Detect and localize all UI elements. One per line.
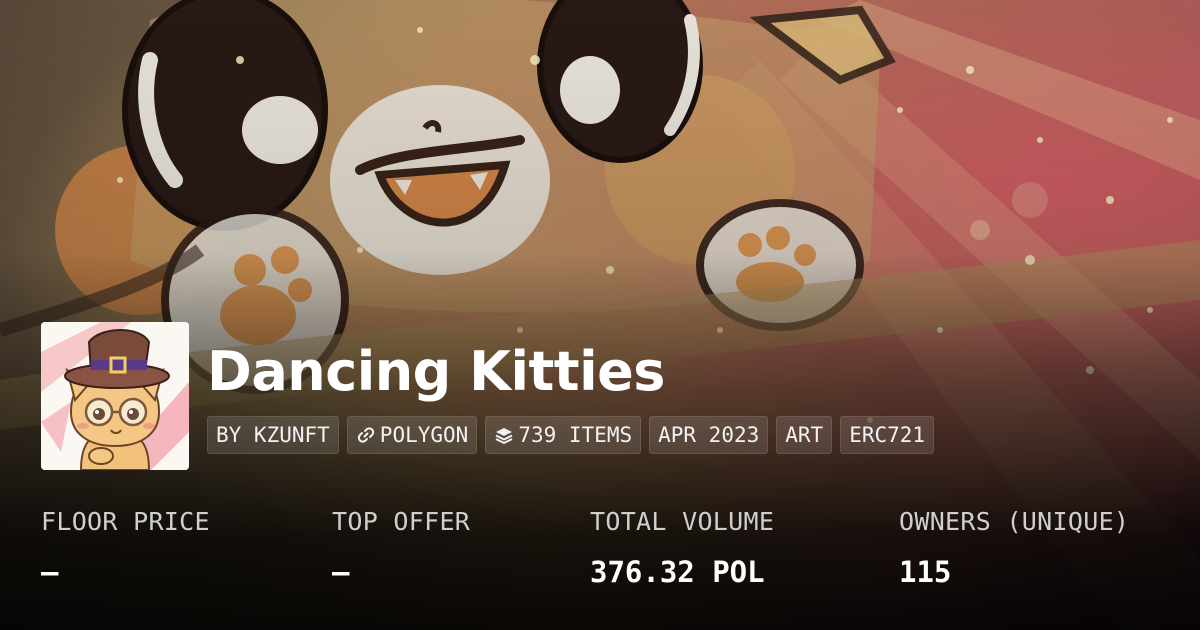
chain-tag[interactable]: POLYGON — [346, 416, 478, 454]
total-volume-label: TOTAL VOLUME — [590, 507, 775, 536]
token-standard-tag: ERC721 — [840, 416, 935, 454]
top-offer-value: – — [332, 555, 350, 589]
floor-price-label: FLOOR PRICE — [41, 507, 210, 536]
created-date-tag-label: APR 2023 — [658, 423, 760, 447]
owners-value: 115 — [899, 555, 952, 589]
top-offer-stat: TOP OFFER – — [332, 506, 470, 588]
category-tag[interactable]: ART — [776, 416, 833, 454]
owners-stat: OWNERS (UNIQUE) 115 — [899, 506, 1129, 588]
floor-price-stat: FLOOR PRICE – — [41, 506, 210, 588]
top-offer-label: TOP OFFER — [332, 507, 471, 536]
items-count-tag-label: 739 ITEMS — [518, 423, 633, 447]
creator-tag[interactable]: BY KZUNFT — [207, 416, 339, 454]
total-volume-stat: TOTAL VOLUME 376.32 POL — [590, 506, 774, 588]
items-count-tag[interactable]: 739 ITEMS — [485, 416, 642, 454]
creator-tag-label: BY KZUNFT — [216, 423, 330, 447]
floor-price-value: – — [41, 555, 59, 589]
total-volume-value: 376.32 POL — [590, 555, 765, 589]
link-icon — [356, 425, 376, 445]
category-tag-label: ART — [785, 423, 824, 447]
collection-title: Dancing Kitties — [207, 340, 665, 403]
chain-tag-label: POLYGON — [379, 423, 469, 447]
kitty-wizard-avatar-image — [41, 322, 189, 470]
collection-avatar — [41, 322, 189, 470]
collection-tags: BY KZUNFT POLYGON 739 ITEMS APR 2023 ART… — [207, 416, 935, 454]
owners-label: OWNERS (UNIQUE) — [899, 507, 1130, 536]
token-standard-tag-label: ERC721 — [849, 423, 926, 447]
layers-icon — [494, 425, 514, 445]
created-date-tag: APR 2023 — [649, 416, 769, 454]
